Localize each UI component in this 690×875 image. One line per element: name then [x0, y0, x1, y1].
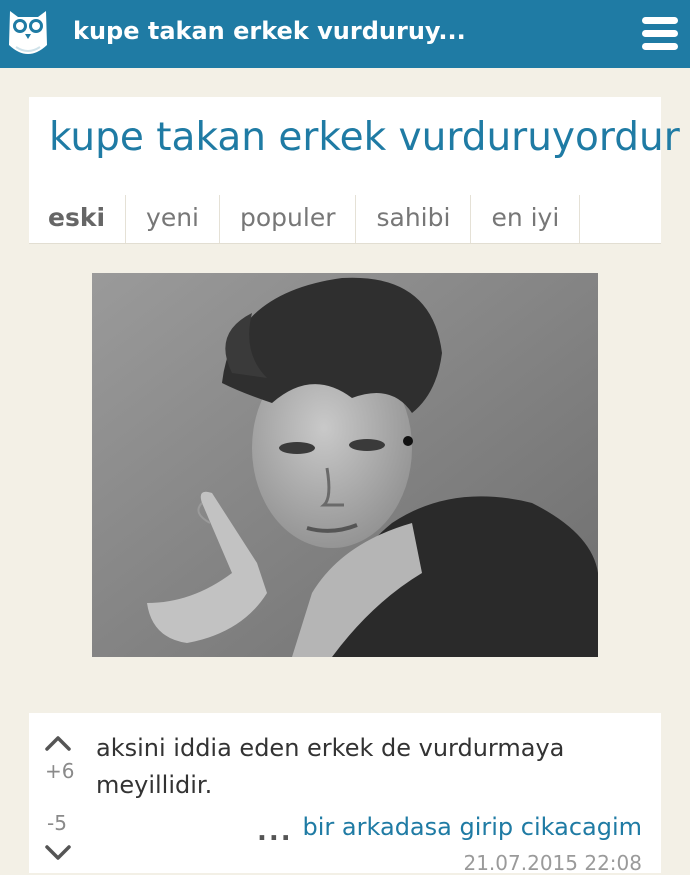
more-options-button[interactable]: ...: [257, 817, 293, 847]
sort-tabs: eski yeni populer sahibi en iyi: [29, 195, 581, 243]
topic-header-card: kupe takan erkek vurduruyordur eski yeni…: [29, 97, 680, 244]
downvote-count: -5: [47, 811, 67, 835]
owl-logo-icon[interactable]: [6, 5, 50, 61]
tab-yeni[interactable]: yeni: [126, 195, 220, 243]
entry-photo[interactable]: [92, 273, 598, 657]
upvote-chevron-icon[interactable]: [45, 735, 71, 751]
topic-title[interactable]: kupe takan erkek vurduruyordur: [49, 111, 680, 165]
upvote-count: +6: [45, 759, 75, 783]
downvote-chevron-icon[interactable]: [45, 845, 71, 861]
top-bar: kupe takan erkek vurduruy...: [0, 0, 690, 68]
tab-sahibi[interactable]: sahibi: [356, 195, 472, 243]
entry-date[interactable]: 21.07.2015 22:08: [463, 851, 642, 875]
tab-en-iyi[interactable]: en iyi: [471, 195, 581, 243]
entry-author-link[interactable]: bir arkadasa girip cikacagim: [303, 813, 642, 841]
entry-text: aksini iddia eden erkek de vurdurmaya me…: [96, 734, 565, 799]
header-title[interactable]: kupe takan erkek vurduruy...: [73, 14, 466, 48]
tab-eski[interactable]: eski: [29, 195, 127, 243]
hamburger-menu-icon[interactable]: [642, 15, 680, 53]
tab-populer[interactable]: populer: [220, 195, 357, 243]
entry-card: +6 -5 aksini iddia eden erkek de vurdurm…: [29, 713, 661, 875]
